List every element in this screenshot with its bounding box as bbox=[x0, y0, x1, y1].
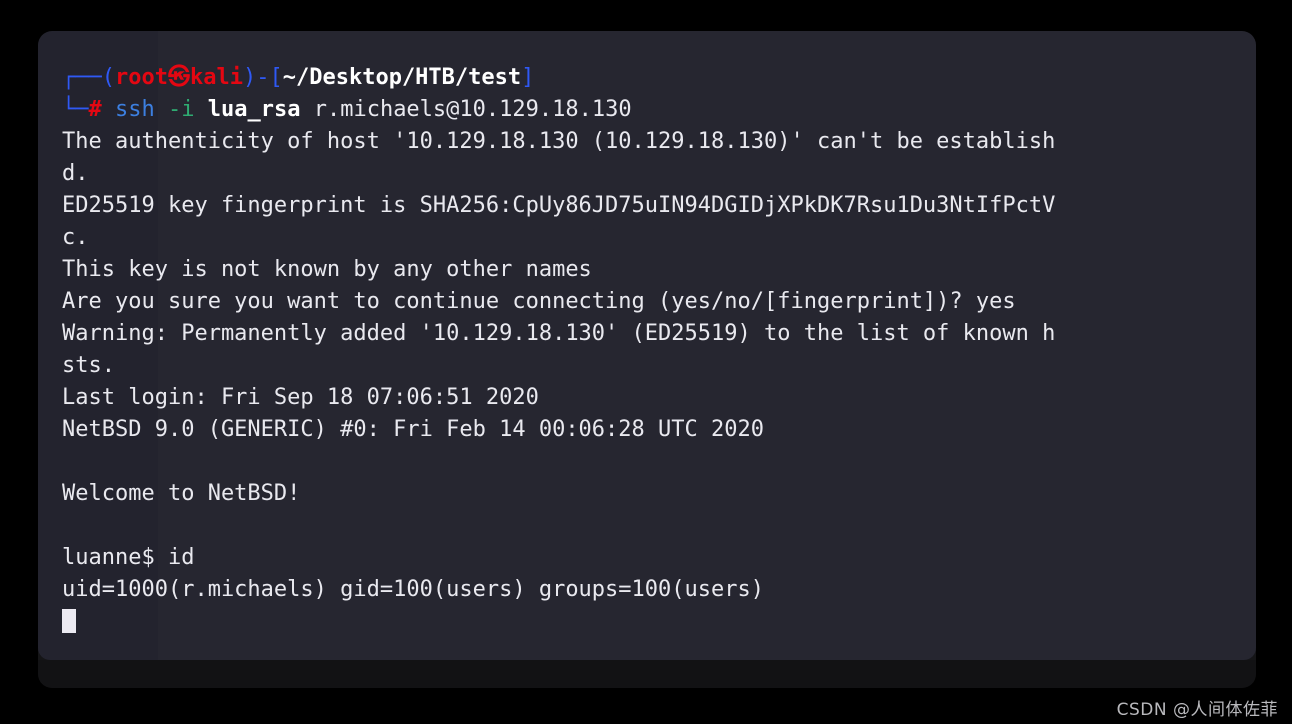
space-2 bbox=[155, 97, 168, 122]
output-line: Are you sure you want to continue connec… bbox=[62, 289, 1016, 314]
output-line: Welcome to NetBSD! bbox=[62, 481, 301, 506]
cursor-line bbox=[62, 606, 1256, 638]
prompt-path: ~/Desktop/HTB/test bbox=[282, 65, 522, 90]
output-line: sts. bbox=[62, 353, 115, 378]
prompt-dash: - bbox=[256, 65, 270, 90]
output-line: The authenticity of host '10.129.18.130 … bbox=[62, 129, 1056, 154]
prompt-bracket-close: ] bbox=[521, 65, 535, 90]
prompt-deco-bottom: └─ bbox=[62, 97, 89, 122]
terminal-window[interactable]: ┌──(root㉿kali)-[~/Desktop/HTB/test] └─# … bbox=[38, 31, 1256, 688]
prompt-deco-top: ┌── bbox=[62, 65, 102, 90]
remote-command-line: luanne$ id bbox=[62, 545, 195, 570]
csdn-watermark: CSDN @人间体佐菲 bbox=[1116, 700, 1278, 720]
prompt-sigil: # bbox=[88, 97, 102, 122]
terminal-screen[interactable]: ┌──(root㉿kali)-[~/Desktop/HTB/test] └─# … bbox=[62, 62, 1256, 652]
command-keyfile: lua_rsa bbox=[207, 97, 301, 122]
output-line: d. bbox=[62, 161, 89, 186]
prompt-line-top: ┌──(root㉿kali)-[~/Desktop/HTB/test] bbox=[62, 62, 1256, 94]
prompt-user: root bbox=[115, 65, 168, 90]
prompt-open-paren: ( bbox=[101, 65, 115, 90]
output-blank-line bbox=[62, 446, 1256, 478]
output-line: NetBSD 9.0 (GENERIC) #0: Fri Feb 14 00:0… bbox=[62, 417, 764, 442]
terminal-footer bbox=[38, 660, 1256, 688]
prompt-host: kali bbox=[190, 65, 243, 90]
prompt-bracket-open: [ bbox=[269, 65, 283, 90]
output-line: uid=1000(r.michaels) gid=100(users) grou… bbox=[62, 577, 764, 602]
output-line: Warning: Permanently added '10.129.18.13… bbox=[62, 321, 1056, 346]
prompt-at-icon: ㉿ bbox=[167, 65, 190, 90]
output-line: Last login: Fri Sep 18 07:06:51 2020 bbox=[62, 385, 539, 410]
space-1 bbox=[102, 97, 115, 122]
command-flag: -i bbox=[168, 97, 195, 122]
space-3 bbox=[195, 97, 208, 122]
output-line: This key is not known by any other names bbox=[62, 257, 592, 282]
terminal-body[interactable]: ┌──(root㉿kali)-[~/Desktop/HTB/test] └─# … bbox=[38, 31, 1256, 660]
command-line: └─# ssh -i lua_rsa r.michaels@10.129.18.… bbox=[62, 94, 1256, 126]
prompt-close-paren: ) bbox=[242, 65, 257, 90]
space-4 bbox=[300, 97, 313, 122]
command-name: ssh bbox=[115, 97, 155, 122]
output-blank-line bbox=[62, 510, 1256, 542]
output-line: c. bbox=[62, 225, 89, 250]
command-target: r.michaels@10.129.18.130 bbox=[313, 97, 632, 122]
output-line: ED25519 key fingerprint is SHA256:CpUy86… bbox=[62, 193, 1056, 218]
text-cursor[interactable] bbox=[62, 609, 76, 633]
